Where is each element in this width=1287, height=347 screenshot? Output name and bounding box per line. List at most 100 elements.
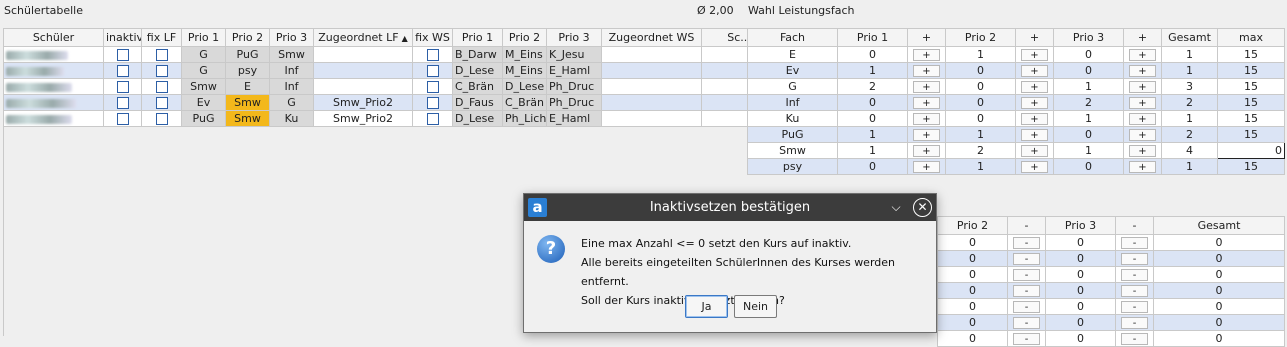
max-cell[interactable]: 15 [1217, 62, 1285, 79]
close-icon[interactable]: ✕ [913, 198, 932, 217]
lf-p3-cell[interactable]: Ku [269, 110, 314, 127]
fix-lf-checkbox[interactable] [155, 65, 168, 77]
table-row[interactable]: G 2 +0 +1 +3 15 [747, 78, 1285, 95]
ws-w3-cell[interactable]: Ph_Druc [546, 78, 602, 95]
add-button[interactable]: + [913, 112, 940, 125]
column-header[interactable]: Gesamt [1153, 216, 1285, 235]
column-header[interactable]: Prio 3 [546, 28, 602, 47]
remove-button[interactable]: - [1013, 236, 1040, 249]
lf-p1-cell[interactable]: Smw [181, 78, 226, 95]
assigned-lf-cell[interactable] [313, 62, 413, 79]
yes-button[interactable]: Ja [685, 295, 728, 318]
ws-w1-cell[interactable]: B_Darw [452, 46, 503, 63]
ws-w2-cell[interactable]: D_Lese [502, 78, 547, 95]
inactive-checkbox[interactable] [116, 97, 129, 109]
add-button[interactable]: + [1129, 64, 1156, 77]
column-header[interactable]: fix LF [141, 28, 182, 47]
lf-p2-cell[interactable]: Smw [225, 94, 270, 111]
lf-p1-cell[interactable]: G [181, 46, 226, 63]
max-cell[interactable]: 15 [1217, 46, 1285, 63]
remove-button[interactable]: - [1121, 332, 1148, 345]
inactive-checkbox[interactable] [116, 49, 129, 61]
add-button[interactable]: + [1129, 144, 1156, 157]
inactive-checkbox[interactable] [116, 113, 129, 125]
table-row[interactable]: E 0 +1 +0 +1 15 [747, 46, 1285, 63]
column-header[interactable]: Prio 3 [269, 28, 314, 47]
remove-button[interactable]: - [1013, 300, 1040, 313]
remove-button[interactable]: - [1121, 236, 1148, 249]
ws-w2-cell[interactable]: M_Eins [502, 62, 547, 79]
lf-p3-cell[interactable]: G [269, 94, 314, 111]
column-header[interactable]: Prio 1 [837, 28, 908, 47]
column-header[interactable]: Gesamt [1161, 28, 1218, 47]
column-header[interactable]: Zugeordnet WS [601, 28, 702, 47]
ws-w3-cell[interactable]: E_Haml [546, 62, 602, 79]
ws-w3-cell[interactable]: E_Haml [546, 110, 602, 127]
add-button[interactable]: + [913, 64, 940, 77]
add-button[interactable]: + [1129, 48, 1156, 61]
column-header[interactable]: fix WS [412, 28, 453, 47]
remove-button[interactable]: - [1121, 284, 1148, 297]
column-header[interactable]: Prio 2 [225, 28, 270, 47]
no-button[interactable]: Nein [734, 295, 777, 318]
remove-button[interactable]: - [1121, 316, 1148, 329]
max-cell[interactable]: 15 [1217, 158, 1285, 175]
table-row[interactable]: Ev 1 +0 +0 +1 15 [747, 62, 1285, 79]
fix-lf-checkbox[interactable] [155, 97, 168, 109]
remove-button[interactable]: - [1013, 332, 1040, 345]
lf-p2-cell[interactable]: E [225, 78, 270, 95]
table-row[interactable]: 0-0-0 [937, 266, 1285, 283]
ws-w2-cell[interactable]: C_Brän [502, 94, 547, 111]
remove-button[interactable]: - [1013, 316, 1040, 329]
max-cell[interactable]: 15 [1217, 78, 1285, 95]
table-row[interactable]: Smw 1 +2 +1 +4 0 [747, 142, 1285, 159]
inactive-checkbox[interactable] [116, 81, 129, 93]
assigned-lf-cell[interactable]: Smw_Prio2 [313, 94, 413, 111]
max-cell[interactable]: 15 [1217, 94, 1285, 111]
chevron-down-icon[interactable]: ⌵ [888, 194, 904, 221]
remove-button[interactable]: - [1013, 252, 1040, 265]
table-row[interactable]: SmwEInfC_BränD_LesePh_Druc0,0 [3, 78, 777, 95]
add-button[interactable]: + [1021, 112, 1048, 125]
fix-ws-checkbox[interactable] [426, 81, 439, 93]
max-input[interactable]: 0 [1217, 142, 1285, 159]
fix-ws-checkbox[interactable] [426, 97, 439, 109]
column-header[interactable]: Prio 1 [181, 28, 226, 47]
ws-w2-cell[interactable]: M_Eins [502, 46, 547, 63]
student-name-cell[interactable] [3, 62, 104, 79]
assigned-lf-cell[interactable] [313, 78, 413, 95]
assigned-ws-cell[interactable] [601, 78, 702, 95]
assigned-lf-cell[interactable]: Smw_Prio2 [313, 110, 413, 127]
lf-p2-cell[interactable]: psy [225, 62, 270, 79]
assigned-lf-cell[interactable] [313, 46, 413, 63]
ws-w2-cell[interactable]: Ph_Lich [502, 110, 547, 127]
ws-w1-cell[interactable]: D_Lese [452, 62, 503, 79]
add-button[interactable]: + [1021, 48, 1048, 61]
assigned-ws-cell[interactable] [601, 110, 702, 127]
lf-p1-cell[interactable]: Ev [181, 94, 226, 111]
fix-ws-checkbox[interactable] [426, 65, 439, 77]
student-name-cell[interactable] [3, 46, 104, 63]
add-button[interactable]: + [913, 80, 940, 93]
assigned-ws-cell[interactable] [601, 94, 702, 111]
student-name-cell[interactable] [3, 94, 104, 111]
column-header[interactable]: - [1115, 216, 1154, 235]
table-row[interactable]: GPuGSmwB_DarwM_EinsK_Jesu0,0 [3, 46, 777, 63]
add-button[interactable]: + [1021, 128, 1048, 141]
fix-lf-checkbox[interactable] [155, 113, 168, 125]
add-button[interactable]: + [913, 144, 940, 157]
table-row[interactable]: 0-0-0 [937, 314, 1285, 331]
fix-ws-checkbox[interactable] [426, 49, 439, 61]
table-row[interactable]: 0-0-0 [937, 330, 1285, 347]
column-header[interactable]: Prio 1 [452, 28, 503, 47]
add-button[interactable]: + [1021, 96, 1048, 109]
add-button[interactable]: + [1021, 160, 1048, 173]
lf-p3-cell[interactable]: Smw [269, 46, 314, 63]
max-cell[interactable]: 15 [1217, 110, 1285, 127]
lf-p2-cell[interactable]: Smw [225, 110, 270, 127]
table-row[interactable]: EvSmwGSmw_Prio2D_FausC_BränPh_Druc2,0 [3, 94, 777, 111]
fix-lf-checkbox[interactable] [155, 81, 168, 93]
add-button[interactable]: + [1021, 64, 1048, 77]
add-button[interactable]: + [1129, 128, 1156, 141]
table-row[interactable]: PuG 1 +1 +0 +2 15 [747, 126, 1285, 143]
